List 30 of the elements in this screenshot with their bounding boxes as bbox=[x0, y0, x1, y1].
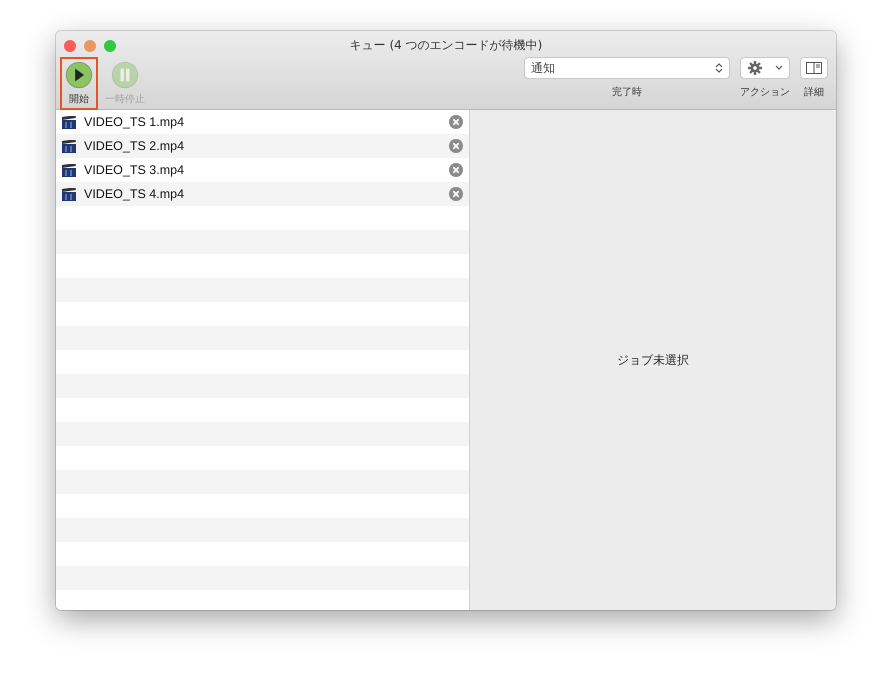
clapperboard-icon bbox=[62, 188, 76, 200]
close-button[interactable] bbox=[64, 40, 76, 52]
remove-icon[interactable] bbox=[449, 115, 463, 129]
action-button[interactable] bbox=[740, 57, 790, 79]
when-done-dropdown[interactable]: 通知 bbox=[524, 57, 730, 79]
clapperboard-icon bbox=[62, 116, 76, 128]
job-name: VIDEO_TS 1.mp4 bbox=[84, 115, 186, 129]
remove-icon[interactable] bbox=[449, 187, 463, 201]
clapperboard-icon bbox=[62, 164, 76, 176]
when-done-label: 完了時 bbox=[612, 86, 642, 99]
minimize-button[interactable] bbox=[84, 40, 96, 52]
caret-icon bbox=[774, 65, 782, 71]
job-name: VIDEO_TS 2.mp4 bbox=[84, 139, 186, 153]
start-button[interactable]: 開始 bbox=[60, 57, 98, 110]
pause-icon bbox=[111, 61, 139, 89]
job-name: VIDEO_TS 4.mp4 bbox=[84, 187, 186, 201]
play-icon bbox=[65, 61, 93, 89]
remove-icon[interactable] bbox=[449, 163, 463, 177]
gear-icon bbox=[748, 61, 762, 75]
remove-icon[interactable] bbox=[449, 139, 463, 153]
clapperboard-icon bbox=[62, 140, 76, 152]
chevron-updown-icon bbox=[715, 62, 723, 74]
zoom-button[interactable] bbox=[104, 40, 116, 52]
no-job-selected-message: ジョブ未選択 bbox=[617, 352, 689, 368]
window-title: キュー (4 つのエンコードが待機中) bbox=[348, 37, 544, 54]
details-label: 詳細 bbox=[804, 86, 824, 99]
job-name: VIDEO_TS 3.mp4 bbox=[84, 163, 186, 177]
action-label: アクション bbox=[740, 86, 790, 99]
details-button[interactable] bbox=[800, 57, 828, 79]
sidebar-icon bbox=[806, 62, 822, 74]
